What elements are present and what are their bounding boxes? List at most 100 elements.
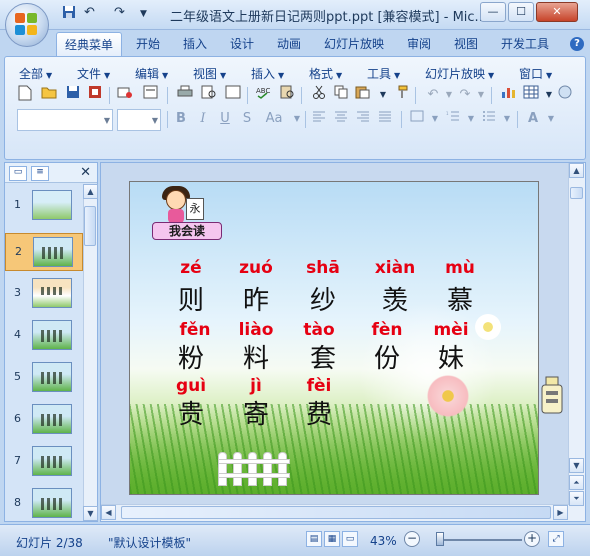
shadow-button[interactable]: S	[237, 109, 257, 129]
zoom-out-icon[interactable]: −	[404, 531, 420, 547]
scroll-up-icon[interactable]: ▲	[83, 184, 98, 199]
tab-animation[interactable]: 动画	[277, 35, 301, 52]
copy-icon[interactable]	[331, 85, 351, 105]
print-preview-icon[interactable]	[199, 85, 219, 105]
chevron-down-icon[interactable]: ▼	[425, 109, 445, 129]
office-button[interactable]	[5, 3, 49, 47]
zoom-level[interactable]: 43%	[370, 534, 397, 548]
italic-button[interactable]: I	[193, 109, 213, 129]
zoom-slider[interactable]	[438, 539, 522, 541]
scroll-down-icon[interactable]: ▼	[569, 458, 584, 473]
align-center-icon[interactable]	[331, 109, 351, 129]
font-color-icon[interactable]: A	[523, 109, 543, 129]
next-slide-icon[interactable]: ⏷	[569, 491, 584, 506]
chart-icon[interactable]	[499, 85, 519, 105]
scroll-up-icon[interactable]: ▲	[569, 163, 584, 178]
chevron-down-icon[interactable]: ▼	[471, 85, 491, 105]
paste-icon[interactable]	[353, 85, 373, 105]
slide-thumbnail[interactable]: 6	[5, 401, 83, 439]
research-icon[interactable]	[277, 85, 297, 105]
slide-thumbnail[interactable]: 1	[5, 187, 83, 225]
format-painter-icon[interactable]	[391, 85, 411, 105]
chevron-down-icon[interactable]: ▼	[373, 85, 393, 105]
menu-all[interactable]: 全部 ▼	[19, 65, 52, 82]
help-icon[interactable]: ?	[570, 37, 584, 51]
maximize-button[interactable]: ☐	[508, 2, 534, 22]
tab-home[interactable]: 开始	[136, 35, 160, 52]
previous-slide-icon[interactable]: ⏶	[569, 475, 584, 490]
scroll-thumb[interactable]	[84, 206, 96, 246]
fit-to-window-icon[interactable]: ⤢	[548, 531, 564, 547]
menu-format[interactable]: 格式 ▼	[309, 65, 342, 82]
save-icon[interactable]	[62, 5, 76, 23]
menu-window[interactable]: 窗口 ▼	[519, 65, 552, 82]
chevron-down-icon[interactable]: ▼	[541, 109, 561, 129]
tab-slideshow[interactable]: 幻灯片放映	[324, 35, 384, 52]
change-case-button[interactable]: Aa	[261, 109, 287, 129]
align-left-icon[interactable]	[309, 109, 329, 129]
font-family-combo[interactable]: ▼	[17, 109, 113, 131]
panel-scrollbar[interactable]: ▲ ▼	[83, 184, 98, 521]
layout-icon[interactable]	[223, 85, 243, 105]
table-icon[interactable]	[521, 85, 541, 105]
chevron-down-icon[interactable]: ▼	[287, 109, 307, 129]
paste-options-icon[interactable]	[539, 373, 565, 419]
scroll-thumb[interactable]	[121, 506, 551, 519]
menu-file[interactable]: 文件 ▼	[77, 65, 110, 82]
scroll-thumb[interactable]	[570, 187, 583, 199]
menu-view[interactable]: 视图 ▼	[193, 65, 226, 82]
zoom-slider-handle[interactable]	[436, 532, 444, 546]
open-folder-icon[interactable]	[39, 85, 59, 105]
menu-slideshow[interactable]: 幻灯片放映 ▼	[425, 65, 494, 82]
close-icon[interactable]: ✕	[80, 165, 91, 180]
scroll-left-icon[interactable]: ◀	[101, 505, 116, 520]
pdf-icon[interactable]	[141, 85, 161, 105]
tab-review[interactable]: 审阅	[407, 35, 431, 52]
slide-thumbnail[interactable]: 7	[5, 443, 83, 481]
slide-thumbnail[interactable]: 4	[5, 317, 83, 355]
customize-quick-access-icon[interactable]: ▼	[140, 9, 147, 27]
web-icon[interactable]	[555, 85, 575, 105]
cut-icon[interactable]	[309, 85, 329, 105]
normal-view-icon[interactable]: ▤	[306, 531, 322, 547]
horizontal-scrollbar[interactable]: ◀ ▶	[101, 504, 569, 521]
slides-tab-icon[interactable]: ▭	[9, 166, 27, 181]
scroll-right-icon[interactable]: ▶	[553, 505, 568, 520]
minimize-button[interactable]: —	[480, 2, 506, 22]
close-button[interactable]: ✕	[536, 2, 578, 22]
undo-icon[interactable]: ↶	[84, 5, 95, 23]
zoom-in-icon[interactable]: +	[524, 531, 540, 547]
print-icon[interactable]	[175, 85, 195, 105]
tab-classic-menu[interactable]: 经典菜单	[56, 32, 123, 56]
justify-icon[interactable]	[375, 109, 395, 129]
save-icon[interactable]	[63, 85, 83, 105]
slide-thumbnail[interactable]: 5	[5, 359, 83, 397]
permission-icon[interactable]	[85, 85, 105, 105]
slide-thumbnail[interactable]: 3	[5, 275, 83, 313]
slide-thumbnail[interactable]: 8	[5, 485, 83, 523]
tab-insert[interactable]: 插入	[183, 35, 207, 52]
columns-icon[interactable]	[407, 109, 427, 129]
slide-canvas[interactable]: 永 我会读 zé zuó shā xiàn mù 则 昨 纱 羡 慕 fěn l…	[129, 181, 539, 495]
bold-button[interactable]: B	[171, 109, 191, 129]
spelling-icon[interactable]: ABC	[253, 85, 273, 105]
tab-view[interactable]: 视图	[454, 35, 478, 52]
menu-insert[interactable]: 插入 ▼	[251, 65, 284, 82]
mail-icon[interactable]	[115, 85, 135, 105]
vertical-scrollbar[interactable]: ▲ ▼ ⏶ ⏷	[568, 163, 585, 521]
slide-sorter-icon[interactable]: ▦	[324, 531, 340, 547]
menu-edit[interactable]: 编辑 ▼	[135, 65, 168, 82]
new-file-icon[interactable]	[15, 85, 35, 105]
align-right-icon[interactable]	[353, 109, 373, 129]
redo-icon[interactable]: ↷	[114, 5, 125, 23]
slideshow-view-icon[interactable]: ▭	[342, 531, 358, 547]
font-size-combo[interactable]: ▼	[117, 109, 161, 131]
tab-developer[interactable]: 开发工具	[501, 35, 549, 52]
underline-button[interactable]: U	[215, 109, 235, 129]
menu-tools[interactable]: 工具 ▼	[367, 65, 400, 82]
slide-thumbnail-selected[interactable]: 2	[5, 233, 83, 271]
chevron-down-icon[interactable]: ▼	[461, 109, 481, 129]
numbering-icon[interactable]: 1	[443, 109, 463, 129]
tab-design[interactable]: 设计	[230, 35, 254, 52]
chevron-down-icon[interactable]: ▼	[497, 109, 517, 129]
